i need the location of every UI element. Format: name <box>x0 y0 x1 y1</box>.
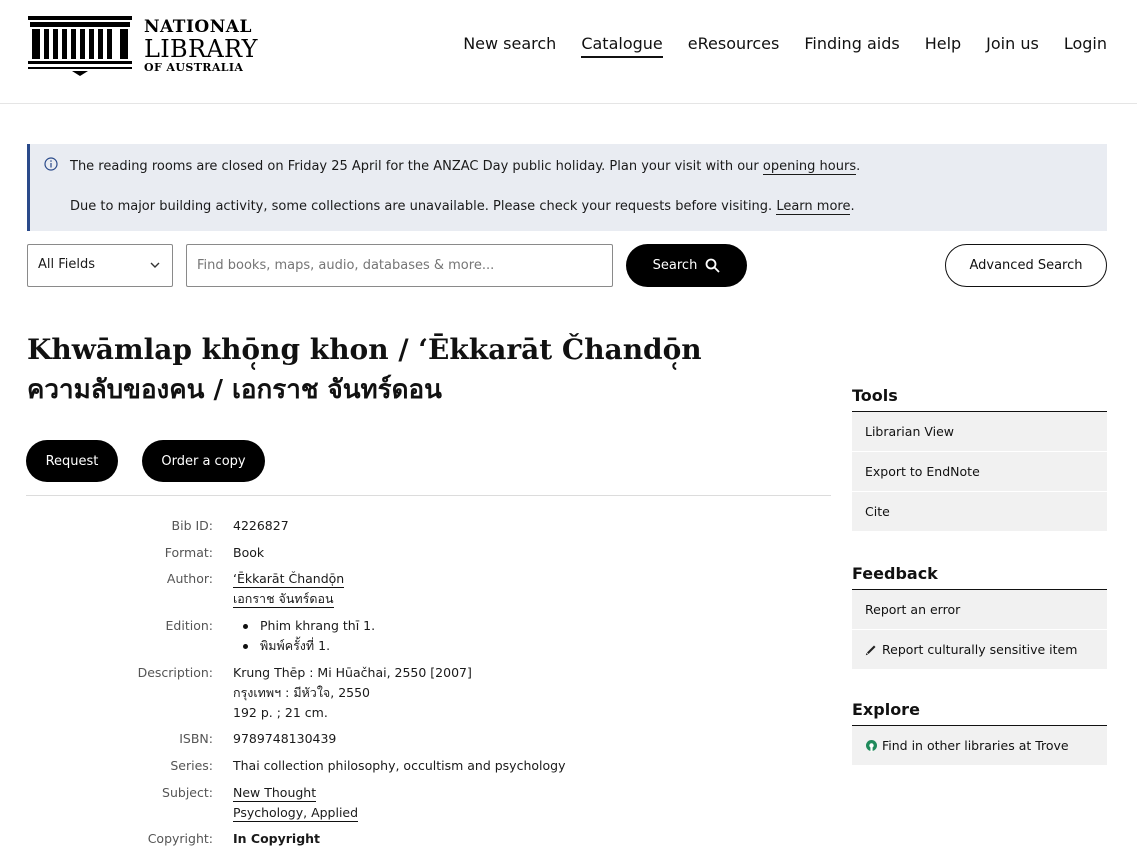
notice-line-1: The reading rooms are closed on Friday 2… <box>70 159 861 175</box>
field-label: Author: <box>166 571 213 586</box>
tools-heading: Tools <box>852 386 1107 412</box>
subject-link[interactable]: New Thought <box>233 784 317 802</box>
field-label: Description: <box>137 665 213 680</box>
nla-logo[interactable]: NATIONAL LIBRARY OF AUSTRALIA <box>28 16 258 76</box>
description-line: Krung Thēp : Mi Hūačhai, 2550 [2007] <box>233 665 472 680</box>
notice-text-1: The reading rooms are closed on Friday 2… <box>70 159 763 174</box>
notice-end-1: . <box>856 159 861 174</box>
field-value: Thai collection philosophy, occultism an… <box>233 758 566 773</box>
author-link-thai[interactable]: เอกราช จันทร์ดอน <box>233 590 334 608</box>
cite-link[interactable]: Cite <box>852 492 1107 532</box>
trove-icon <box>866 740 877 752</box>
nav-catalogue[interactable]: Catalogue <box>581 34 663 58</box>
chevron-down-icon <box>150 262 160 268</box>
site-header: NATIONAL LIBRARY OF AUSTRALIA New search… <box>0 0 1137 104</box>
librarian-view-link[interactable]: Librarian View <box>852 412 1107 452</box>
field-value: ʻĒkkarāt Čhandō̜n เอกราช จันทร์ดอน <box>233 569 345 609</box>
record-title: Khwāmlap khō̜ng khon / ʻĒkkarāt Čhandō̜n… <box>27 330 702 410</box>
info-icon <box>44 157 58 171</box>
main-nav: New search Catalogue eResources Finding … <box>463 34 1107 58</box>
field-value: In Copyright <box>233 831 321 846</box>
field-label: Bib ID: <box>171 518 213 533</box>
divider <box>26 495 831 496</box>
field-label: ISBN: <box>179 731 213 746</box>
search-button[interactable]: Search <box>626 244 747 287</box>
notice-line-2: Due to major building activity, some col… <box>70 199 855 215</box>
field-value: Krung Thēp : Mi Hūačhai, 2550 [2007] กรุ… <box>233 663 472 723</box>
search-icon <box>705 258 720 273</box>
nav-finding-aids[interactable]: Finding aids <box>804 34 899 58</box>
record-title-thai: ความลับของคน / เอกราช จันทร์ดอน <box>27 375 442 405</box>
logo-line-2: LIBRARY <box>144 35 258 63</box>
description-line: 192 p. ; 21 cm. <box>233 705 328 720</box>
library-building-icon <box>28 16 132 76</box>
search-field-select[interactable]: All Fields <box>27 244 173 287</box>
field-label: Series: <box>170 758 213 773</box>
search-field-value: All Fields <box>38 257 96 272</box>
author-link[interactable]: ʻĒkkarāt Čhandō̜n <box>233 570 345 588</box>
report-sensitive-label: Report culturally sensitive item <box>882 642 1078 657</box>
list-item: พิมพ์ครั้งที่ 1. <box>233 636 375 656</box>
field-value: Phim khrang thī 1. พิมพ์ครั้งที่ 1. <box>233 616 375 656</box>
description-line: กรุงเทพฯ : มีหัวใจ, 2550 <box>233 685 370 700</box>
field-value: 4226827 <box>233 518 289 533</box>
nav-help[interactable]: Help <box>925 34 961 58</box>
tools-panel: Tools Librarian View Export to EndNote C… <box>852 386 1107 532</box>
logo-text: NATIONAL LIBRARY OF AUSTRALIA <box>144 16 258 74</box>
field-value: Book <box>233 545 265 560</box>
nav-login[interactable]: Login <box>1064 34 1107 58</box>
explore-panel: Explore Find in other libraries at Trove <box>852 700 1107 766</box>
record-title-romanized: Khwāmlap khō̜ng khon / ʻĒkkarāt Čhandō̜n <box>27 333 702 366</box>
logo-line-3: OF AUSTRALIA <box>144 61 244 74</box>
request-button[interactable]: Request <box>26 440 118 482</box>
notice-banner: The reading rooms are closed on Friday 2… <box>27 144 1107 231</box>
export-endnote-link[interactable]: Export to EndNote <box>852 452 1107 492</box>
search-button-label: Search <box>652 258 698 273</box>
subject-link[interactable]: Psychology, Applied <box>233 804 359 822</box>
field-label: Copyright: <box>147 831 213 846</box>
list-item: Phim khrang thī 1. <box>233 616 375 636</box>
nav-eresources[interactable]: eResources <box>688 34 780 58</box>
opening-hours-link[interactable]: opening hours <box>762 159 857 175</box>
nav-join-us[interactable]: Join us <box>986 34 1039 58</box>
feedback-heading: Feedback <box>852 564 1107 590</box>
field-value: 9789748130439 <box>233 731 337 746</box>
notice-text-2: Due to major building activity, some col… <box>70 199 777 214</box>
nav-new-search[interactable]: New search <box>463 34 556 58</box>
advanced-search-button[interactable]: Advanced Search <box>945 244 1107 287</box>
trove-label: Find in other libraries at Trove <box>882 738 1069 753</box>
feedback-panel: Feedback Report an error Report cultural… <box>852 564 1107 670</box>
explore-heading: Explore <box>852 700 1107 726</box>
field-value: New Thought Psychology, Applied <box>233 783 359 823</box>
field-label: Edition: <box>165 618 213 633</box>
search-input[interactable] <box>186 244 613 287</box>
order-copy-button[interactable]: Order a copy <box>142 440 265 482</box>
field-label: Subject: <box>162 785 213 800</box>
field-label: Format: <box>164 545 213 560</box>
report-error-link[interactable]: Report an error <box>852 590 1107 630</box>
logo-line-1: NATIONAL <box>144 17 252 37</box>
report-sensitive-link[interactable]: Report culturally sensitive item <box>852 630 1107 670</box>
notice-end-2: . <box>850 199 855 214</box>
trove-link[interactable]: Find in other libraries at Trove <box>852 726 1107 766</box>
learn-more-link[interactable]: Learn more <box>776 199 851 215</box>
pencil-icon <box>865 645 876 656</box>
